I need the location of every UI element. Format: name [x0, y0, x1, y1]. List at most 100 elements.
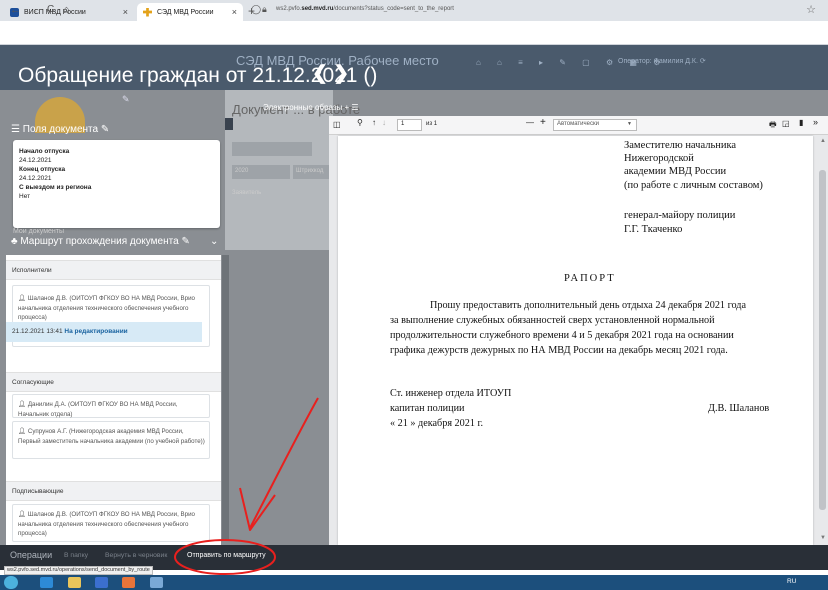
my-documents-link[interactable]: Мои документы	[13, 228, 64, 235]
pencil-icon[interactable]: ✎	[181, 236, 189, 247]
url-path: /documents?status_code=sent_to_the_repor…	[333, 6, 454, 12]
sign-line: капитан полиции	[390, 403, 465, 414]
signer-name: Д.В. Шаланов	[708, 403, 770, 414]
close-tab-icon[interactable]: ×	[232, 7, 237, 17]
lock-icon[interactable]: 🔒︎	[262, 4, 267, 15]
route-title: Маршрут прохождения документа	[20, 236, 179, 247]
sidebar-toggle-icon[interactable]: ◫	[333, 120, 341, 129]
addressee-line: генерал-майору полиции	[624, 210, 736, 221]
field-label: С выездом из региона	[19, 184, 92, 191]
dim-year-field: 2020	[232, 165, 290, 179]
status-time: 21.12.2021 13:41	[12, 328, 63, 335]
field-value: 24.12.2021	[19, 175, 52, 182]
sed-favicon-icon	[143, 7, 152, 17]
route-icon: ♣	[11, 236, 21, 247]
field-value: Нет	[19, 193, 31, 200]
chevron-down-icon[interactable]: ⌄	[210, 236, 218, 247]
add-icon[interactable]: +	[345, 103, 350, 112]
dim-barcode-field: Штрихкод	[293, 165, 331, 179]
folder-icon[interactable]	[68, 577, 81, 588]
dim-field	[232, 142, 312, 156]
addressee-line: Заместителю начальника	[624, 140, 737, 151]
dim-applicant-label: Заявитель	[232, 190, 262, 196]
electronic-images-tab[interactable]: Электронные образы + ☰	[263, 103, 359, 112]
bookmark-star-icon[interactable]: ☆	[806, 3, 816, 16]
participant-name: Шаланов Д.В. (ОИТОУП ФГКОУ ВО НА МВД Рос…	[18, 295, 195, 321]
scroll-up-icon[interactable]: ▲	[820, 138, 826, 144]
user-info[interactable]: Оператор: Фамилия Д.К. ⟳	[618, 57, 706, 65]
fields-title: Поля документа	[22, 124, 99, 135]
zoom-in-button[interactable]: +	[540, 117, 546, 128]
list-icon: ☰	[11, 124, 23, 135]
executor-status[interactable]: 21.12.2021 13:41 На редактировании	[6, 322, 202, 342]
home-button[interactable]: ⌂	[63, 4, 70, 16]
firefox-icon[interactable]	[122, 577, 135, 588]
tab-label: СЭД МВД России	[157, 8, 214, 16]
sign-line: Ст. инженер отдела ИТОУП	[390, 388, 512, 399]
chevron-down-icon: ▼	[627, 121, 632, 127]
user-icon: 👤︎	[18, 295, 26, 302]
status-state: На редактировании	[64, 328, 128, 335]
addressee-line: Нижегородской	[624, 153, 694, 164]
executors-header: Исполнители	[6, 260, 221, 280]
address-bar	[0, 21, 828, 45]
back-button[interactable]: ←	[10, 4, 21, 16]
edit-avatar-icon[interactable]: ✎	[122, 94, 130, 105]
return-to-draft-button[interactable]: Вернуть в черновик	[105, 552, 167, 559]
addressee-line: Г.Г. Ткаченко	[624, 224, 683, 235]
approvers-header: Согласующие	[6, 372, 221, 392]
send-by-route-button[interactable]: Отправить по маршруту	[187, 552, 266, 559]
save-icon[interactable]: ◲	[782, 119, 790, 128]
zoom-value: Автоматически	[557, 121, 599, 127]
body-line: графика дежурств дежурных по НА МВД Росс…	[390, 345, 728, 356]
shield-icon[interactable]: ◯	[251, 4, 261, 15]
fields-section-header[interactable]: ☰ Поля документа ✎	[11, 124, 109, 135]
language-indicator[interactable]: RU	[787, 578, 796, 585]
user-icon: 👤︎	[18, 401, 26, 408]
pdf-scroll-thumb[interactable]	[819, 170, 826, 510]
pencil-icon[interactable]: ✎	[101, 124, 109, 135]
bookmark-icon[interactable]: ▮	[799, 118, 803, 127]
field-label: Конец отпуска	[19, 166, 66, 173]
body-line: продолжительности служебного времени 4 и…	[390, 330, 734, 341]
field-label: Начало отпуска	[19, 148, 70, 155]
sign-line: « 21 » декабря 2021 г.	[390, 418, 484, 429]
close-tab-icon[interactable]: ×	[123, 7, 128, 17]
participant-text: 👤︎ Шаланов Д.В. (ОИТОУП ФГКОУ ВО НА МВД Р…	[18, 510, 206, 539]
prev-page-icon[interactable]: ↑	[372, 118, 376, 127]
zoom-out-button[interactable]: —	[526, 118, 534, 127]
to-folder-button[interactable]: В папку	[64, 552, 88, 559]
signer-card[interactable]: 👤︎ Шаланов Д.В. (ОИТОУП ФГКОУ ВО НА МВД Р…	[12, 504, 210, 542]
left-scrollbar[interactable]	[222, 255, 229, 540]
scroll-down-icon[interactable]: ▼	[820, 535, 826, 541]
prev-next-arrows[interactable]: ❮ ❯	[312, 62, 349, 85]
reload-button[interactable]: C	[47, 4, 54, 15]
page-number-input[interactable]: 1	[397, 119, 422, 131]
browser-tab-sed[interactable]: СЭД МВД России ×	[137, 3, 243, 21]
url-field[interactable]: ws2.pvfo.sed.mvd.ru/documents?status_cod…	[276, 6, 454, 12]
electronic-images-label: Электронные образы	[263, 103, 343, 112]
dim-tab-marker	[225, 118, 233, 130]
field-value: 24.12.2021	[19, 157, 52, 164]
addressee-line: академии МВД России	[624, 166, 727, 177]
list-icon[interactable]: ☰	[351, 103, 358, 112]
participant-name: Супрунов А.Г. (Нижегородская академия МВ…	[18, 428, 205, 445]
approver-card[interactable]: 👤︎ Супрунов А.Г. (Нижегородская академия …	[12, 421, 210, 459]
zoom-select[interactable]: Автоматически ▼	[553, 119, 637, 131]
start-button-icon[interactable]	[4, 576, 18, 589]
media-icon[interactable]	[95, 577, 108, 588]
url-prefix: ws2.pvfo.	[276, 6, 302, 12]
search-icon[interactable]: ⚲	[357, 118, 363, 127]
approver-card[interactable]: 👤︎ Данилин Д.А. (ОИТОУП ФГКОУ ВО НА МВД Р…	[12, 394, 210, 418]
more-tools-icon[interactable]: »	[813, 117, 818, 127]
body-line: за выполнение служебных обязанностей све…	[390, 315, 715, 326]
route-section-header[interactable]: ♣ Маршрут прохождения документа ✎	[11, 236, 190, 247]
paint-icon[interactable]	[150, 577, 163, 588]
forward-button[interactable]: →	[28, 4, 39, 16]
ie-icon[interactable]	[40, 577, 53, 588]
print-icon[interactable]: 🖶︎	[769, 119, 777, 133]
page-total: из 1	[426, 121, 438, 127]
user-icon: 👤︎	[18, 428, 26, 435]
next-page-icon[interactable]: ↓	[382, 118, 386, 127]
route-panel: Исполнители 👤︎ Шаланов Д.В. (ОИТОУП ФГКОУ…	[6, 255, 221, 545]
